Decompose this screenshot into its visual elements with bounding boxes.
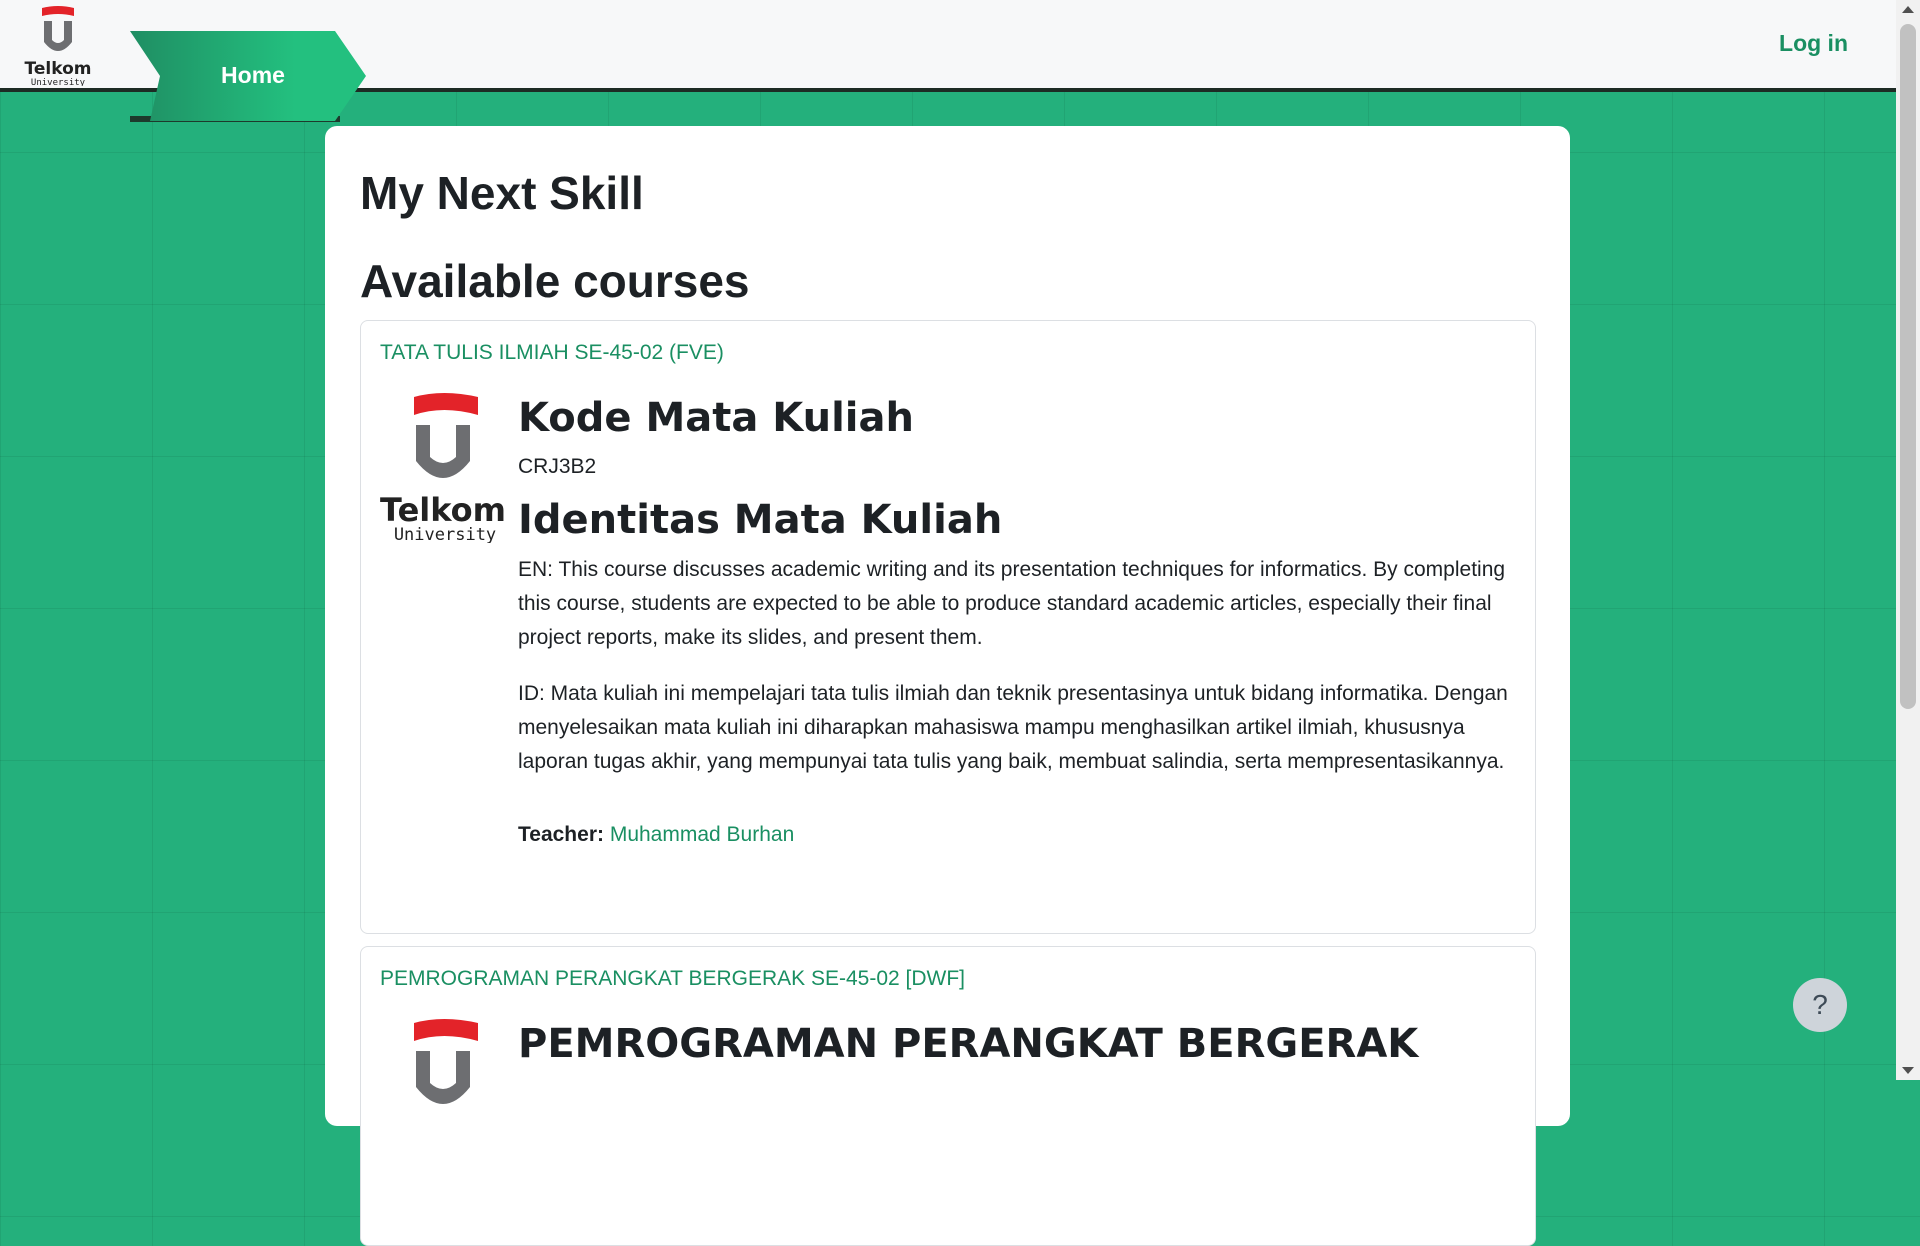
scroll-down-icon[interactable] — [1902, 1067, 1914, 1074]
teacher-link[interactable]: Muhammad Burhan — [610, 823, 794, 846]
telkom-logo-icon: Telkom University — [380, 393, 506, 543]
scroll-up-icon[interactable] — [1902, 6, 1914, 13]
description-id: ID: Mata kuliah ini mempelajari tata tul… — [518, 682, 1508, 773]
page-title: My Next Skill — [360, 167, 644, 219]
description-en: EN: This course discusses academic writi… — [518, 558, 1506, 649]
site-logo[interactable]: Telkom University — [22, 6, 94, 88]
logo-subtitle: University — [31, 78, 86, 86]
logo-wordmark: Telkom — [380, 491, 506, 529]
section-title: Available courses — [360, 255, 750, 307]
course-summary: PEMROGRAMAN PERANGKAT BERGERAK — [518, 1021, 1518, 1067]
logo-subtitle: University — [394, 525, 496, 543]
question-icon: ? — [1812, 989, 1828, 1020]
help-button[interactable]: ? — [1793, 978, 1847, 1032]
code-heading: Kode Mata Kuliah — [518, 395, 914, 441]
scrollbar[interactable] — [1896, 0, 1920, 1080]
main-content: My Next Skill Available courses TATA TUL… — [325, 126, 1570, 1246]
scrollbar-thumb[interactable] — [1900, 24, 1916, 709]
course-summary: Kode Mata Kuliah CRJ3B2 Identitas Mata K… — [518, 395, 1518, 847]
course-heading: PEMROGRAMAN PERANGKAT BERGERAK — [518, 1021, 1419, 1067]
login-link[interactable]: Log in — [1779, 30, 1848, 57]
teacher-label: Teacher: — [518, 823, 604, 846]
course-teacher: Teacher: Muhammad Burhan — [518, 823, 1518, 847]
course-card: TATA TULIS ILMIAH SE-45-02 (FVE) Telkom … — [360, 320, 1536, 934]
logo-wordmark: Telkom — [25, 59, 92, 79]
course-name-link[interactable]: TATA TULIS ILMIAH SE-45-02 (FVE) — [380, 341, 724, 365]
telkom-logo-icon — [414, 1019, 478, 1104]
course-name-link[interactable]: PEMROGRAMAN PERANGKAT BERGERAK SE-45-02 … — [380, 967, 965, 991]
identity-heading: Identitas Mata Kuliah — [518, 497, 1003, 543]
telkom-logo-icon: Telkom University — [25, 6, 92, 88]
course-card: PEMROGRAMAN PERANGKAT BERGERAK SE-45-02 … — [360, 946, 1536, 1246]
course-code: CRJ3B2 — [518, 455, 597, 478]
home-tab[interactable]: Home — [130, 31, 366, 121]
